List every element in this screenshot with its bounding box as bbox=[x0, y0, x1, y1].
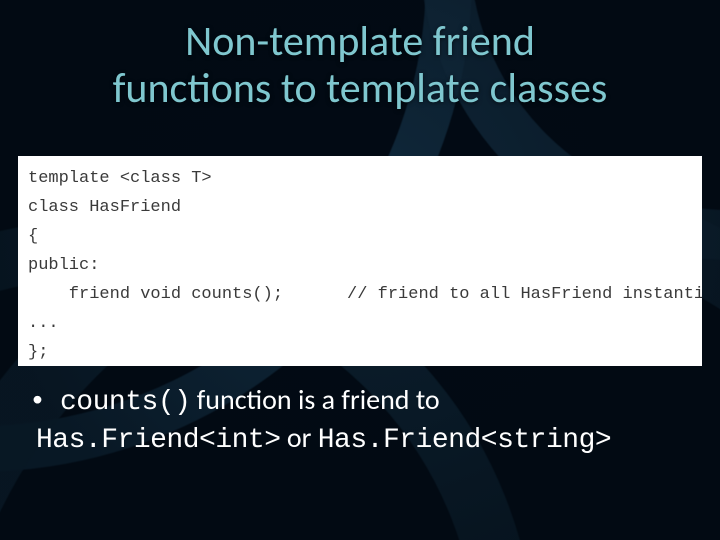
title-line-2: functions to template classes bbox=[113, 63, 608, 114]
code-line: template <class T> bbox=[28, 169, 212, 188]
code-line: public: bbox=[28, 256, 99, 275]
bullet-list: • counts() function is a friend to Has.F… bbox=[32, 382, 672, 458]
bullet-text: counts() function is a friend to bbox=[60, 382, 440, 420]
code-inline: Has.Friend<int> bbox=[36, 425, 281, 456]
code-line: { bbox=[28, 227, 38, 246]
code-inline: Has.Friend<string> bbox=[318, 425, 611, 456]
code-comment: // friend to all HasFriend instantiation… bbox=[347, 285, 702, 304]
bullet-text-part: function is a friend to bbox=[190, 382, 439, 417]
code-line: friend void counts(); bbox=[28, 285, 283, 304]
slide-title: Non-template friend functions to templat… bbox=[0, 18, 720, 112]
code-block: template <class T> class HasFriend { pub… bbox=[18, 156, 702, 366]
code-line: class HasFriend bbox=[28, 198, 181, 217]
code-inline: counts() bbox=[60, 387, 190, 418]
bullet-text-part: or bbox=[281, 420, 318, 455]
bullet-item: • counts() function is a friend to bbox=[32, 382, 672, 420]
code-line: ... bbox=[28, 314, 59, 333]
slide: Non-template friend functions to templat… bbox=[0, 0, 720, 540]
bullet-continuation: Has.Friend<int> or Has.Friend<string> bbox=[36, 420, 672, 458]
title-line-1: Non-template friend bbox=[185, 16, 535, 67]
code-line: }; bbox=[28, 343, 48, 362]
bullet-dot-icon: • bbox=[32, 382, 60, 420]
